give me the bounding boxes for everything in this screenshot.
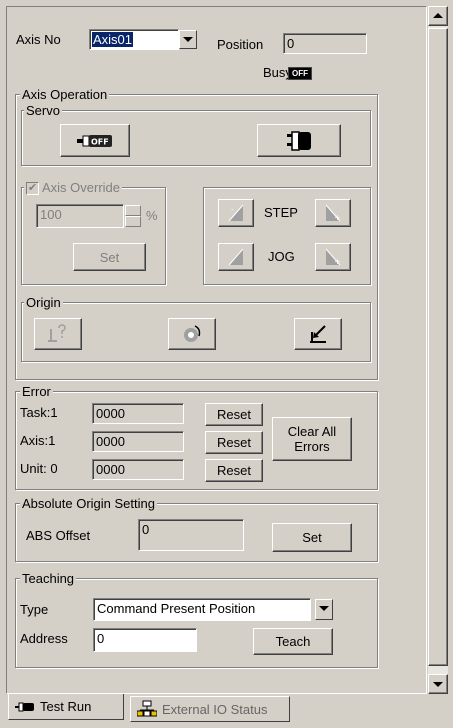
override-value-field[interactable]: 100 (36, 204, 124, 228)
scroll-thumb[interactable] (428, 28, 448, 666)
step-jog-group: - STEP + JOG + (203, 187, 371, 285)
test-run-panel: Axis No Axis01 Position 0 Busy OFF Axis … (6, 6, 427, 694)
servo-on-button[interactable] (257, 124, 341, 157)
unit-reset-button[interactable]: Reset (205, 459, 263, 482)
teaching-title: Teaching (20, 571, 77, 587)
scroll-down-button[interactable] (428, 674, 448, 694)
abs-offset-label: ABS Offset (26, 528, 91, 543)
abs-origin-group: Absolute Origin Setting ABS Offset 0 Set (15, 496, 378, 562)
origin-group: Origin (21, 295, 371, 362)
origin-title: Origin (24, 295, 63, 311)
error-group: Error Task:1 0000 Reset Axis:1 0000 Rese… (15, 384, 378, 490)
axis-override-legend: ✔ Axis Override (24, 180, 123, 196)
axis-no-label: Axis No (16, 32, 61, 47)
spin-up-arrow[interactable] (125, 205, 141, 216)
busy-indicator: OFF (288, 67, 312, 80)
axis-no-select[interactable]: Axis01 (89, 29, 179, 50)
error-title: Error (20, 384, 53, 400)
network-io-icon (137, 700, 157, 717)
step-plus-button[interactable]: + (315, 199, 351, 227)
task-reset-button[interactable]: Reset (205, 403, 263, 426)
error-unit-field: 0000 (92, 459, 184, 480)
servo-off-button[interactable]: OFF (60, 124, 130, 157)
scroll-up-button[interactable] (428, 6, 448, 26)
jog-plus-icon: + (325, 248, 341, 266)
servo-on-icon (287, 130, 311, 151)
tab-bar: Test Run External IO Status (0, 694, 453, 728)
chevron-down-icon (319, 606, 329, 611)
step-minus-button[interactable]: - (218, 199, 254, 227)
teaching-address-input[interactable]: 0 (93, 628, 197, 652)
position-field: 0 (283, 33, 367, 54)
axis-override-checkbox[interactable]: ✔ (26, 181, 39, 195)
clear-all-errors-button[interactable]: Clear All Errors (272, 417, 352, 461)
origin-return-button[interactable] (168, 318, 216, 350)
error-axis-label: Axis:1 (20, 433, 56, 448)
address-label: Address (20, 631, 68, 646)
step-minus-icon: - (228, 204, 244, 222)
origin-search-icon (48, 324, 66, 342)
svg-text:-: - (231, 205, 234, 214)
tab-test-run[interactable]: Test Run (8, 694, 124, 720)
arrow-up-icon (433, 13, 443, 18)
servo-group: Servo OFF (21, 103, 371, 166)
vertical-scrollbar[interactable] (428, 6, 448, 694)
axis-operation-group: Axis Operation Servo OFF ✔ Axis Override… (15, 87, 378, 380)
override-spinner[interactable] (125, 205, 141, 227)
jog-minus-button[interactable] (218, 243, 254, 271)
error-axis-field: 0000 (92, 431, 184, 452)
svg-text:+: + (334, 257, 341, 266)
origin-set-icon (310, 325, 326, 343)
teach-button[interactable]: Teach (253, 628, 333, 655)
axis-no-value: Axis01 (92, 32, 134, 47)
override-unit-label: % (146, 208, 158, 223)
abs-offset-field: 0 (138, 519, 244, 551)
tab-external-io-status[interactable]: External IO Status (130, 696, 290, 722)
arrow-down-icon (433, 682, 443, 687)
error-task-field: 0000 (92, 403, 184, 424)
tab-test-run-label: Test Run (40, 699, 92, 714)
servo-off-icon: OFF (77, 134, 112, 147)
position-label: Position (217, 37, 264, 52)
jog-minus-icon (228, 248, 244, 266)
axis-reset-button[interactable]: Reset (205, 431, 263, 454)
origin-return-icon (184, 325, 201, 342)
override-set-button[interactable]: Set (73, 243, 146, 271)
axis-no-dropdown-button[interactable] (179, 30, 197, 49)
spin-down-arrow[interactable] (125, 216, 141, 227)
jog-plus-button[interactable]: + (315, 243, 351, 271)
chevron-down-icon (183, 37, 193, 42)
jog-label: JOG (268, 249, 295, 264)
axis-override-title: Axis Override (42, 180, 121, 195)
teaching-group: Teaching Type Command Present Position A… (15, 571, 378, 668)
axis-override-group: ✔ Axis Override 100 % Set (21, 180, 166, 285)
abs-origin-title: Absolute Origin Setting (20, 496, 157, 512)
svg-text:OFF: OFF (91, 137, 109, 146)
tab-external-io-label: External IO Status (162, 701, 268, 717)
svg-text:+: + (334, 213, 341, 222)
servo-title: Servo (24, 103, 62, 119)
error-unit-label: Unit: 0 (20, 461, 58, 476)
axis-operation-title: Axis Operation (20, 87, 110, 103)
abs-set-button[interactable]: Set (272, 523, 352, 552)
type-label: Type (20, 602, 49, 617)
origin-search-button[interactable] (34, 318, 82, 350)
origin-present-position-button[interactable] (294, 318, 342, 350)
step-plus-icon: + (325, 204, 341, 222)
step-label: STEP (264, 205, 298, 220)
servo-plug-icon (15, 702, 34, 711)
error-task-label: Task:1 (20, 405, 58, 420)
teaching-type-select[interactable]: Command Present Position (93, 598, 311, 621)
teaching-type-dropdown-button[interactable] (315, 599, 333, 620)
